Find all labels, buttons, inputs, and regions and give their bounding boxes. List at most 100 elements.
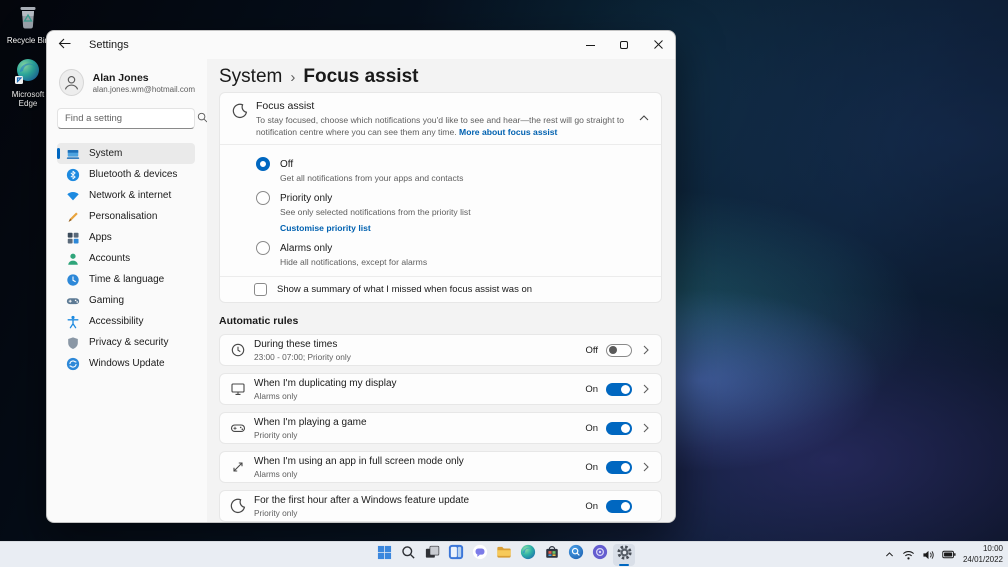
avatar (59, 69, 84, 96)
sidebar-item-bluetooth-devices[interactable]: Bluetooth & devices (57, 164, 195, 185)
sidebar-item-privacy-security[interactable]: Privacy & security (57, 332, 195, 353)
file-explorer-icon (496, 544, 512, 565)
moon-icon (230, 498, 246, 514)
settings-button[interactable] (613, 543, 635, 566)
option-off[interactable]: Off Get all notifications from your apps… (256, 157, 649, 183)
page-title: Focus assist (303, 66, 419, 87)
widgets-button[interactable] (445, 544, 467, 566)
option-label: Priority only (280, 192, 333, 204)
search-input[interactable] (65, 113, 197, 124)
sidebar-item-label: Accessibility (89, 316, 144, 327)
automatic-rules-heading: Automatic rules (219, 315, 299, 328)
sidebar-item-personalisation[interactable]: Personalisation (57, 206, 195, 227)
start-button[interactable] (373, 544, 395, 566)
rule-toggle[interactable] (606, 382, 632, 396)
system-tray: 10:00 24/01/2022 (884, 542, 1003, 567)
rule-subtitle: Alarms only (254, 390, 298, 401)
summary-checkbox-label: Show a summary of what I missed when foc… (277, 284, 533, 296)
sidebar-item-label: Apps (89, 232, 112, 243)
sidebar-item-windows-update[interactable]: Windows Update (57, 353, 195, 374)
search-box[interactable] (57, 108, 208, 129)
wifi-icon[interactable] (902, 549, 915, 561)
sidebar-item-gaming[interactable]: Gaming (57, 290, 195, 311)
radio-priority-only[interactable] (256, 191, 270, 206)
rule-playing-game[interactable]: When I'm playing a game Priority only On (219, 412, 662, 445)
task-view-button[interactable] (421, 544, 443, 566)
sidebar-item-apps[interactable]: Apps (57, 227, 195, 248)
file-explorer-button[interactable] (493, 544, 515, 566)
rule-fullscreen-app[interactable]: When I'm using an app in full screen mod… (219, 451, 662, 484)
rule-after-feature-update[interactable]: For the first hour after a Windows featu… (219, 490, 662, 522)
desktop-icon-label: Recycle Bin (6, 36, 50, 46)
chevron-up-icon[interactable] (639, 108, 649, 126)
sidebar-nav: System Bluetooth & devices Network & int… (57, 143, 195, 374)
close-button[interactable] (641, 31, 675, 59)
taskbar-icons (373, 542, 635, 567)
desktop: Recycle Bin Microsoft Edge Settings Alan… (0, 0, 1008, 567)
accounts-icon (66, 252, 80, 266)
radio-off[interactable] (256, 157, 270, 172)
taskbar-search-button[interactable] (397, 544, 419, 566)
sidebar-item-system[interactable]: System (57, 143, 195, 164)
sidebar-item-accessibility[interactable]: Accessibility (57, 311, 195, 332)
windows-update-icon (66, 357, 80, 371)
summary-checkbox[interactable] (254, 283, 267, 297)
chat-button[interactable] (469, 544, 491, 566)
sidebar-item-time-language[interactable]: Time & language (57, 269, 195, 290)
summary-checkbox-row[interactable]: Show a summary of what I missed when foc… (220, 276, 661, 302)
customise-priority-list-link[interactable]: Customise priority list (280, 223, 649, 233)
focus-assist-card-header[interactable]: Focus assist To stay focused, choose whi… (220, 93, 661, 144)
rule-title: During these times (254, 338, 338, 350)
radio-alarms-only[interactable] (256, 241, 270, 256)
breadcrumb: System › Focus assist (219, 66, 662, 88)
option-alarms-only[interactable]: Alarms only Hide all notifications, exce… (256, 241, 649, 267)
personalisation-icon (66, 210, 80, 224)
chevron-right-icon[interactable] (643, 423, 649, 433)
search-app-icon (568, 544, 584, 565)
rule-toggle[interactable] (606, 460, 632, 474)
privacy-icon (66, 336, 80, 350)
microsoft-store-button[interactable] (541, 544, 563, 566)
sidebar-item-label: Network & internet (89, 190, 172, 201)
profile-name: Alan Jones (92, 71, 149, 84)
chevron-right-icon[interactable] (643, 462, 649, 472)
fullscreen-arrows-icon (230, 459, 246, 475)
chevron-right-icon[interactable] (643, 384, 649, 394)
toggle-state-label: On (585, 500, 598, 512)
rule-title: When I'm playing a game (254, 416, 367, 428)
cortana-button[interactable] (589, 544, 611, 566)
battery-icon[interactable] (942, 549, 956, 560)
sidebar-item-accounts[interactable]: Accounts (57, 248, 195, 269)
toggle-state-label: On (585, 461, 598, 473)
recycle-bin-icon (2, 4, 54, 33)
rule-subtitle: Priority only (254, 429, 298, 440)
sidebar-item-label: System (89, 148, 123, 159)
game-controller-icon (230, 420, 246, 436)
profile-email: alan.jones.wm@hotmail.com (92, 84, 195, 94)
option-description: Get all notifications from your apps and… (280, 173, 464, 184)
sidebar-item-label: Gaming (89, 295, 125, 306)
rule-toggle[interactable] (606, 421, 632, 435)
more-about-focus-assist-link[interactable]: More about focus assist (459, 127, 557, 137)
rule-during-these-times[interactable]: During these times 23:00 - 07:00; Priori… (219, 334, 662, 367)
toggle-state-label: On (585, 383, 598, 395)
search-app-button[interactable] (565, 544, 587, 566)
maximize-button[interactable] (607, 31, 641, 59)
rule-duplicating-display[interactable]: When I'm duplicating my display Alarms o… (219, 373, 662, 406)
breadcrumb-parent[interactable]: System (219, 66, 282, 88)
settings-window: Settings Alan Jones alan.jones.wm@hotmai… (46, 30, 676, 523)
volume-icon[interactable] (922, 549, 935, 561)
chevron-right-icon[interactable] (643, 345, 649, 355)
clock[interactable]: 10:00 24/01/2022 (963, 544, 1003, 565)
back-button[interactable] (49, 31, 79, 59)
edge-button[interactable] (517, 544, 539, 566)
option-priority-only[interactable]: Priority only See only selected notifica… (256, 191, 649, 233)
sidebar-item-network-internet[interactable]: Network & internet (57, 185, 195, 206)
windows-start-icon (377, 545, 392, 565)
rule-toggle[interactable] (606, 499, 632, 513)
rule-toggle[interactable] (606, 343, 632, 357)
search-icon (401, 545, 416, 565)
minimize-button[interactable] (573, 31, 607, 59)
account-profile[interactable]: Alan Jones alan.jones.wm@hotmail.com (59, 69, 195, 96)
chevron-up-icon[interactable] (884, 549, 895, 560)
